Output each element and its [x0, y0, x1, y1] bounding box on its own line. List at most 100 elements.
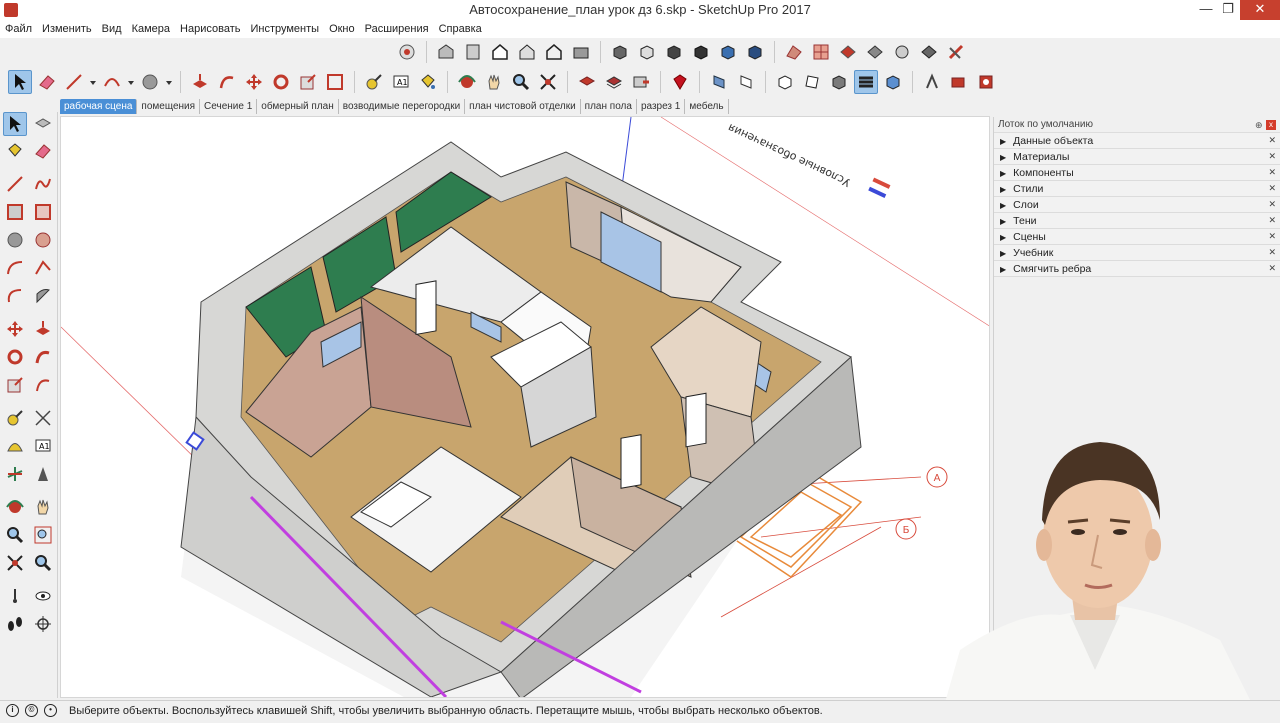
- face-style-shaded-icon[interactable]: [827, 70, 851, 94]
- two-point-arc-icon[interactable]: [31, 256, 55, 280]
- close-icon[interactable]: ✕: [1268, 231, 1276, 242]
- hidden-line-style-icon[interactable]: [662, 40, 686, 64]
- tape-measure-tool-icon[interactable]: [3, 406, 27, 430]
- push-pull-tool-icon[interactable]: [31, 317, 55, 341]
- panel-soften-edges[interactable]: ▶ Смягчить ребра ✕: [994, 261, 1280, 277]
- wireframe-style-icon[interactable]: [635, 40, 659, 64]
- shape-tool-icon[interactable]: [138, 70, 162, 94]
- scene-tab-rooms[interactable]: помещения: [137, 99, 201, 114]
- arc-tool-icon[interactable]: [3, 256, 27, 280]
- make-component-icon[interactable]: [575, 70, 599, 94]
- walk-tool-icon[interactable]: [920, 70, 944, 94]
- scene-tab-measurement-plan[interactable]: обмерный план: [257, 99, 339, 114]
- offset-tool-icon[interactable]: [323, 70, 347, 94]
- circle-tool-icon[interactable]: [3, 228, 27, 252]
- sandbox-flip-icon[interactable]: [917, 40, 941, 64]
- close-button[interactable]: ✕: [1240, 0, 1280, 20]
- sandbox-smoove-icon[interactable]: [782, 40, 806, 64]
- rectangle-tool-icon[interactable]: [3, 200, 27, 224]
- panel-instructor[interactable]: ▶ Учебник ✕: [994, 245, 1280, 261]
- panel-styles[interactable]: ▶ Стили ✕: [994, 181, 1280, 197]
- zoom-window-icon[interactable]: [31, 523, 55, 547]
- make-component-icon[interactable]: [31, 112, 55, 136]
- look-around-icon[interactable]: [974, 70, 998, 94]
- front-view-icon[interactable]: [488, 40, 512, 64]
- right-view-icon[interactable]: [515, 40, 539, 64]
- offset-tool-icon[interactable]: [31, 373, 55, 397]
- shaded-style-icon[interactable]: [689, 40, 713, 64]
- pin-icon[interactable]: ⊕: [1255, 120, 1263, 129]
- panel-materials[interactable]: ▶ Материалы ✕: [994, 149, 1280, 165]
- panel-scenes[interactable]: ▶ Сцены ✕: [994, 229, 1280, 245]
- menu-file[interactable]: Файл: [0, 23, 37, 35]
- zoom-extents-icon[interactable]: [3, 551, 27, 575]
- text-tool-icon[interactable]: A1: [31, 434, 55, 458]
- line-tool-icon[interactable]: [62, 70, 86, 94]
- move-tool-icon[interactable]: [242, 70, 266, 94]
- menu-edit[interactable]: Изменить: [37, 23, 97, 35]
- position-camera-icon[interactable]: [947, 70, 971, 94]
- face-style-textured-icon[interactable]: [881, 70, 905, 94]
- select-tool-icon[interactable]: [8, 70, 32, 94]
- previous-view-icon[interactable]: [31, 551, 55, 575]
- eraser-tool-icon[interactable]: [31, 139, 55, 163]
- left-view-icon[interactable]: [569, 40, 593, 64]
- panel-components[interactable]: ▶ Компоненты ✕: [994, 165, 1280, 181]
- pie-tool-icon[interactable]: [31, 284, 55, 308]
- xray-style-icon[interactable]: [608, 40, 632, 64]
- panel-layers[interactable]: ▶ Слои ✕: [994, 197, 1280, 213]
- sandbox-drape-icon[interactable]: [863, 40, 887, 64]
- follow-me-tool-icon[interactable]: [215, 70, 239, 94]
- make-group-icon[interactable]: [602, 70, 626, 94]
- paint-bucket-tool-icon[interactable]: [3, 139, 27, 163]
- menu-extensions[interactable]: Расширения: [360, 23, 434, 35]
- line-tool-icon[interactable]: [3, 172, 27, 196]
- tape-measure-tool-icon[interactable]: [362, 70, 386, 94]
- layers-icon[interactable]: [854, 70, 878, 94]
- paint-bucket-tool-icon[interactable]: [416, 70, 440, 94]
- menu-window[interactable]: Окно: [324, 23, 360, 35]
- credits-icon[interactable]: ©: [25, 704, 38, 717]
- section-plane-icon[interactable]: [707, 70, 731, 94]
- tray-close-button[interactable]: x: [1266, 119, 1276, 130]
- component-options-icon[interactable]: [629, 70, 653, 94]
- sandbox-detail-icon[interactable]: [890, 40, 914, 64]
- rotate-tool-icon[interactable]: [3, 345, 27, 369]
- scene-tab-partitions[interactable]: возводимые перегородки: [338, 99, 466, 114]
- scale-tool-icon[interactable]: [296, 70, 320, 94]
- zoom-extents-icon[interactable]: [536, 70, 560, 94]
- close-icon[interactable]: ✕: [1268, 215, 1276, 226]
- zoom-tool-icon[interactable]: [509, 70, 533, 94]
- axes-tool-icon[interactable]: [3, 462, 27, 486]
- section-plane-icon[interactable]: [31, 612, 55, 636]
- close-icon[interactable]: ✕: [1268, 263, 1276, 274]
- scene-tab-section-1[interactable]: Сечение 1: [200, 99, 258, 114]
- menu-view[interactable]: Вид: [97, 23, 127, 35]
- rotate-tool-icon[interactable]: [269, 70, 293, 94]
- 3d-text-tool-icon[interactable]: [31, 462, 55, 486]
- close-icon[interactable]: ✕: [1268, 247, 1276, 258]
- eraser-tool-icon[interactable]: [35, 70, 59, 94]
- geo-location-icon[interactable]: i: [6, 704, 19, 717]
- face-style-xray-icon[interactable]: [773, 70, 797, 94]
- ruby-console-icon[interactable]: [668, 70, 692, 94]
- zoom-tool-icon[interactable]: [3, 523, 27, 547]
- menu-tools[interactable]: Инструменты: [245, 23, 324, 35]
- follow-me-tool-icon[interactable]: [31, 345, 55, 369]
- sandbox-grid-icon[interactable]: [809, 40, 833, 64]
- dropdown-arrow-icon[interactable]: [165, 70, 173, 94]
- arc-tool-icon[interactable]: [100, 70, 124, 94]
- monochrome-style-icon[interactable]: [743, 40, 767, 64]
- iso-view-icon[interactable]: [434, 40, 458, 64]
- panel-shadows[interactable]: ▶ Тени ✕: [994, 213, 1280, 229]
- scene-tab-section-cut-1[interactable]: разрез 1: [636, 99, 686, 114]
- push-pull-tool-icon[interactable]: [188, 70, 212, 94]
- sandbox-contours-icon[interactable]: [944, 40, 968, 64]
- panel-entity-info[interactable]: ▶ Данные объекта ✕: [994, 133, 1280, 149]
- model-viewport[interactable]: А Б Условные обозначения: [60, 116, 990, 698]
- close-icon[interactable]: ✕: [1268, 167, 1276, 178]
- orbit-tool-icon[interactable]: [455, 70, 479, 94]
- display-section-planes-icon[interactable]: [734, 70, 758, 94]
- look-around-icon[interactable]: [31, 584, 55, 608]
- move-tool-icon[interactable]: [3, 317, 27, 341]
